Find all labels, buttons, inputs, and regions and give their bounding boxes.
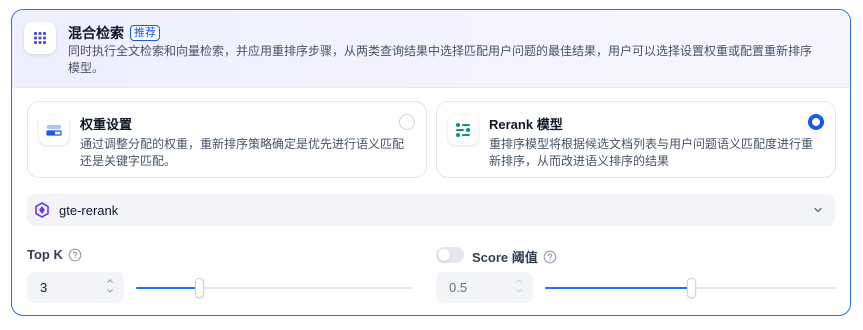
top-k-slider-fill xyxy=(136,287,199,289)
weight-settings-card[interactable]: 权重设置 通过调整分配的权重，重新排序策略确定是优先进行语义匹配还是关键字匹配。 xyxy=(27,101,427,178)
model-logo-icon xyxy=(34,202,50,223)
rerank-model-description: 重排序模型将根据候选文档列表与用户问题语义匹配度进行重新排序，从而改进语义排序的… xyxy=(489,137,814,168)
recommended-badge: 推荐 xyxy=(130,25,160,41)
top-k-slider-thumb[interactable] xyxy=(195,278,204,298)
rerank-sliders-icon xyxy=(448,115,478,145)
score-threshold-stepper[interactable] xyxy=(515,277,523,295)
help-circle-icon[interactable] xyxy=(543,250,557,264)
weight-settings-icon xyxy=(39,115,69,145)
chevron-up-icon[interactable] xyxy=(106,277,114,285)
panel-header: 混合检索 推荐 同时执行全文检索和向量检索，并应用重排序步骤，从两类查询结果中选… xyxy=(12,10,850,88)
top-k-slider[interactable] xyxy=(136,278,412,298)
weight-settings-description: 通过调整分配的权重，重新排序策略确定是优先进行语义匹配还是关键字匹配。 xyxy=(80,137,405,168)
chevron-down-icon[interactable] xyxy=(106,287,114,295)
score-threshold-toggle[interactable] xyxy=(436,247,464,263)
top-k-label: Top K xyxy=(27,247,82,262)
top-k-label-text: Top K xyxy=(27,247,63,262)
top-k-value: 3 xyxy=(40,280,48,295)
help-circle-icon[interactable] xyxy=(68,248,82,262)
score-threshold-value: 0.5 xyxy=(449,280,468,295)
weight-settings-title: 权重设置 xyxy=(80,117,133,132)
panel-description: 同时执行全文检索和向量检索，并应用重排序步骤，从两类查询结果中选择匹配用户问题的… xyxy=(68,44,813,75)
hybrid-search-panel[interactable]: 混合检索 推荐 同时执行全文检索和向量检索，并应用重排序步骤，从两类查询结果中选… xyxy=(11,9,851,316)
score-threshold-label-text: Score 阈值 xyxy=(472,250,538,265)
chevron-down-icon[interactable] xyxy=(515,287,523,295)
score-threshold-label: Score 阈值 xyxy=(472,247,557,266)
top-k-input[interactable]: 3 xyxy=(27,272,124,303)
rerank-model-select[interactable]: gte-rerank xyxy=(27,194,835,226)
rerank-model-card[interactable]: Rerank 模型 重排序模型将根据候选文档列表与用户问题语义匹配度进行重新排序… xyxy=(436,101,836,178)
chevron-down-icon xyxy=(811,203,825,222)
score-threshold-slider-thumb[interactable] xyxy=(687,278,696,298)
rerank-model-title: Rerank 模型 xyxy=(489,117,563,132)
score-threshold-input[interactable]: 0.5 xyxy=(436,272,533,303)
score-threshold-slider[interactable] xyxy=(545,278,836,298)
weight-settings-radio[interactable] xyxy=(399,114,415,130)
panel-title: 混合检索 xyxy=(68,25,124,41)
model-name: gte-rerank xyxy=(59,203,119,218)
score-threshold-slider-fill xyxy=(545,287,691,289)
chevron-up-icon[interactable] xyxy=(515,277,523,285)
top-k-stepper[interactable] xyxy=(106,277,114,295)
rerank-model-radio[interactable] xyxy=(808,114,824,130)
grid-dots-icon xyxy=(24,22,56,54)
